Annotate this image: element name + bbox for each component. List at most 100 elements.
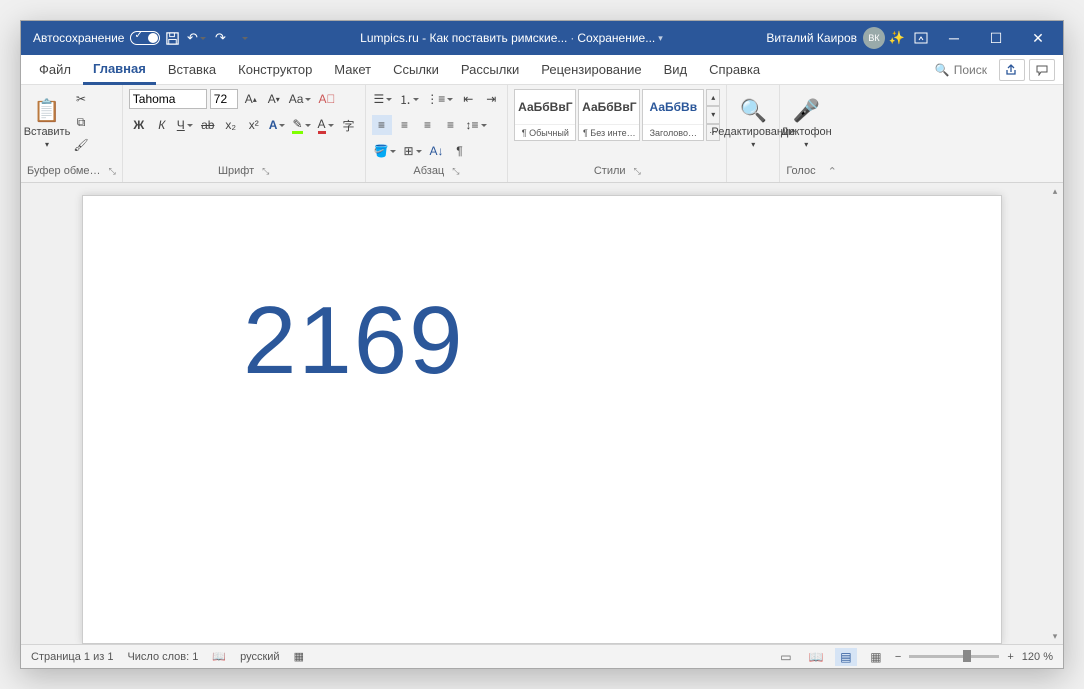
collapse-ribbon-icon[interactable]: ⌃: [828, 165, 837, 178]
format-painter-button[interactable]: 🖌: [71, 135, 91, 155]
numbering-button[interactable]: ⒈: [397, 89, 421, 109]
focus-view-icon[interactable]: ▭: [775, 648, 797, 666]
group-font: A▴ A▾ Aa A⃠ Ж К Ч ab x₂ x² A ✎ A 字: [123, 85, 366, 182]
page-count[interactable]: Страница 1 из 1: [31, 651, 113, 663]
editing-button[interactable]: 🔍 Редактирование ▾: [733, 89, 773, 157]
undo-button[interactable]: ↶: [184, 26, 208, 50]
font-size-input[interactable]: [210, 89, 238, 109]
launcher-icon[interactable]: ⤡: [634, 166, 641, 177]
ribbon-tabs: Файл Главная Вставка Конструктор Макет С…: [21, 55, 1063, 85]
page[interactable]: 2169: [82, 195, 1002, 644]
minimize-button[interactable]: ─: [933, 21, 975, 55]
borders-button[interactable]: ⊞: [401, 141, 423, 161]
scrollbar[interactable]: ▴ ▾: [1047, 183, 1063, 644]
clipboard-label: Буфер обме…: [27, 165, 101, 177]
tab-review[interactable]: Рецензирование: [531, 55, 651, 85]
launcher-icon[interactable]: ⤡: [262, 166, 269, 177]
coming-soon-icon[interactable]: ✨: [885, 26, 909, 50]
tab-view[interactable]: Вид: [654, 55, 698, 85]
copy-button[interactable]: ⧉: [71, 112, 91, 132]
shading-button[interactable]: 🪣: [372, 141, 399, 161]
subscript-button[interactable]: x₂: [221, 115, 241, 135]
web-view-icon[interactable]: ▦: [865, 648, 887, 666]
group-styles: АаБбВвГ¶ Обычный АаБбВвГ¶ Без инте… АаБб…: [508, 85, 727, 182]
save-icon[interactable]: [160, 26, 184, 50]
scroll-down-icon[interactable]: ▾: [1047, 628, 1063, 644]
tab-insert[interactable]: Вставка: [158, 55, 226, 85]
tab-design[interactable]: Конструктор: [228, 55, 322, 85]
multilevel-button[interactable]: ⋮≡: [424, 89, 455, 109]
justify-button[interactable]: ≡: [441, 115, 461, 135]
font-name-input[interactable]: [129, 89, 207, 109]
close-button[interactable]: ✕: [1017, 21, 1059, 55]
tab-help[interactable]: Справка: [699, 55, 770, 85]
cut-button[interactable]: ✂: [71, 89, 91, 109]
font-color-button[interactable]: A: [316, 115, 336, 135]
group-editing: 🔍 Редактирование ▾: [727, 85, 780, 182]
user-account[interactable]: Виталий Каиров ВК: [766, 27, 885, 49]
bold-button[interactable]: Ж: [129, 115, 149, 135]
paste-button[interactable]: 📋 Вставить ▾: [27, 89, 67, 157]
sort-button[interactable]: A↓: [427, 141, 447, 161]
scroll-up-icon[interactable]: ▴: [1047, 183, 1063, 199]
dictate-button[interactable]: 🎤 Диктофон ▾: [786, 89, 826, 157]
autosave[interactable]: Автосохранение: [33, 31, 160, 45]
search-label: Поиск: [954, 63, 987, 77]
shrink-font-button[interactable]: A▾: [264, 89, 284, 109]
clear-format-button[interactable]: A⃠: [316, 89, 337, 109]
spell-icon[interactable]: 📖: [212, 650, 226, 663]
align-left-button[interactable]: ≡: [372, 115, 392, 135]
grow-font-button[interactable]: A▴: [241, 89, 261, 109]
document-text[interactable]: 2169: [243, 286, 841, 396]
document-canvas: 2169 ▴ ▾: [21, 183, 1063, 644]
search-box[interactable]: 🔍 Поиск: [927, 63, 995, 77]
bullets-button[interactable]: ☰: [372, 89, 395, 109]
tab-references[interactable]: Ссылки: [383, 55, 449, 85]
print-view-icon[interactable]: ▤: [835, 648, 857, 666]
style-heading[interactable]: АаБбВвЗаголово…: [642, 89, 704, 141]
tab-file[interactable]: Файл: [29, 55, 81, 85]
zoom-slider[interactable]: [909, 655, 999, 658]
zoom-out-button[interactable]: −: [895, 651, 901, 663]
ribbon-display-icon[interactable]: [909, 26, 933, 50]
show-marks-button[interactable]: ¶: [450, 141, 470, 161]
highlight-button[interactable]: ✎: [290, 115, 312, 135]
macro-icon[interactable]: ▦: [294, 650, 304, 663]
word-window: Автосохранение ↶ ↷ Lumpics.ru - Как пост…: [20, 20, 1064, 669]
voice-label: Голос: [786, 165, 815, 177]
maximize-button[interactable]: ☐: [975, 21, 1017, 55]
superscript-button[interactable]: x²: [244, 115, 264, 135]
underline-button[interactable]: Ч: [175, 115, 195, 135]
word-count[interactable]: Число слов: 1: [127, 651, 198, 663]
read-view-icon[interactable]: 📖: [805, 648, 827, 666]
comments-button[interactable]: [1029, 59, 1055, 81]
style-normal[interactable]: АаБбВвГ¶ Обычный: [514, 89, 576, 141]
zoom-in-button[interactable]: +: [1007, 651, 1013, 663]
strike-button[interactable]: ab: [198, 115, 218, 135]
enclose-button[interactable]: 字: [339, 115, 359, 135]
launcher-icon[interactable]: ⤡: [109, 166, 116, 177]
align-right-button[interactable]: ≡: [418, 115, 438, 135]
style-nospace[interactable]: АаБбВвГ¶ Без инте…: [578, 89, 640, 141]
zoom-value[interactable]: 120 %: [1022, 651, 1053, 663]
dictate-label: Диктофон: [781, 126, 832, 138]
tab-layout[interactable]: Макет: [324, 55, 381, 85]
launcher-icon[interactable]: ⤡: [452, 166, 459, 177]
text-effects-button[interactable]: A: [267, 115, 288, 135]
italic-button[interactable]: К: [152, 115, 172, 135]
mic-icon: 🎤: [793, 98, 820, 124]
qat-customize[interactable]: [232, 26, 256, 50]
outdent-button[interactable]: ⇤: [458, 89, 478, 109]
share-button[interactable]: [999, 59, 1025, 81]
autosave-label: Автосохранение: [33, 31, 124, 45]
redo-button[interactable]: ↷: [208, 26, 232, 50]
tab-mailings[interactable]: Рассылки: [451, 55, 529, 85]
indent-button[interactable]: ⇥: [481, 89, 501, 109]
title-bar: Автосохранение ↶ ↷ Lumpics.ru - Как пост…: [21, 21, 1063, 55]
autosave-toggle[interactable]: [130, 31, 160, 45]
align-center-button[interactable]: ≡: [395, 115, 415, 135]
change-case-button[interactable]: Aa: [287, 89, 314, 109]
line-spacing-button[interactable]: ↕≡: [464, 115, 489, 135]
language[interactable]: русский: [240, 651, 279, 663]
tab-home[interactable]: Главная: [83, 55, 156, 85]
